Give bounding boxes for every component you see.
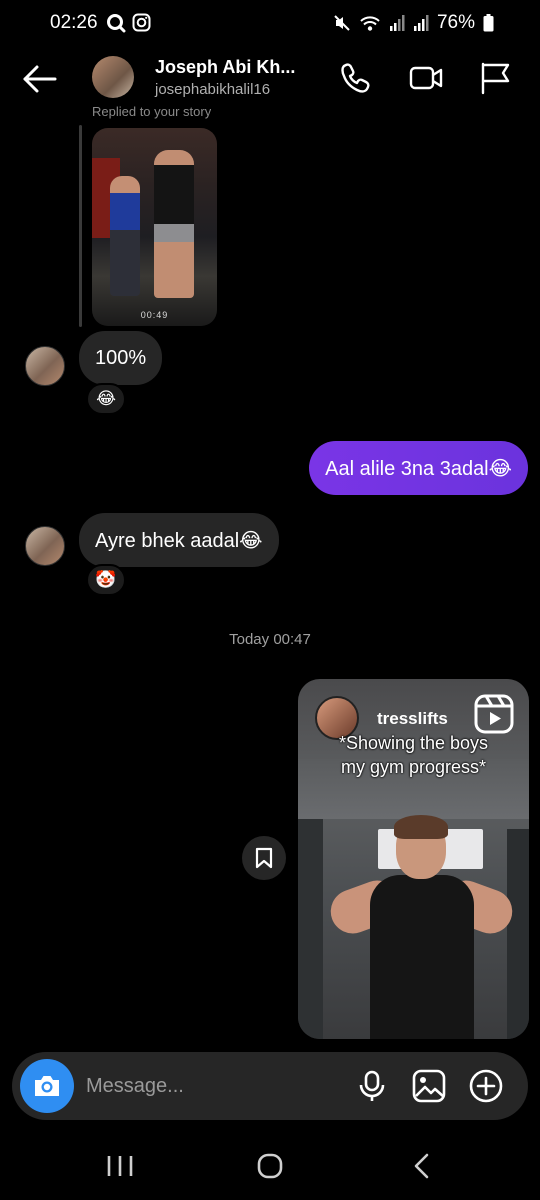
instagram-status-icon xyxy=(132,13,151,32)
back-nav-icon[interactable] xyxy=(402,1148,442,1184)
message-timestamp: Today 00:47 xyxy=(229,631,311,648)
reel-author-username[interactable]: tresslifts xyxy=(377,709,448,729)
system-navigation-bar xyxy=(0,1130,540,1200)
reel-caption-line: *Showing the boys xyxy=(338,733,489,753)
microphone-icon[interactable] xyxy=(354,1068,390,1104)
shared-reel[interactable]: tresslifts *Showing the boys my gym prog… xyxy=(298,679,529,1039)
back-arrow-icon[interactable] xyxy=(20,62,60,96)
reel-caption: *Showing the boys my gym progress* xyxy=(298,731,529,779)
reel-background xyxy=(507,829,529,1039)
reel-person xyxy=(370,875,474,1039)
bookmark-icon xyxy=(255,847,273,869)
recent-apps-icon[interactable] xyxy=(100,1148,140,1184)
chat-header: Joseph Abi Kh... josephabikhalil16 xyxy=(0,48,540,110)
message-reaction[interactable]: 😂 xyxy=(86,383,126,415)
story-person xyxy=(110,176,140,296)
message-bubble-incoming[interactable]: 100% xyxy=(79,331,163,385)
contact-username[interactable]: josephabikhalil16 xyxy=(155,81,270,98)
avatar[interactable] xyxy=(92,56,134,98)
contact-name[interactable]: Joseph Abi Kh... xyxy=(155,57,305,78)
reel-caption-line: my gym progress* xyxy=(340,757,487,777)
signal-icon-2 xyxy=(413,15,429,31)
avatar[interactable] xyxy=(25,346,65,386)
home-icon[interactable] xyxy=(250,1148,290,1184)
message-reaction[interactable]: 🤡 xyxy=(86,564,126,596)
video-camera-icon[interactable] xyxy=(408,60,444,96)
battery-icon xyxy=(483,14,494,32)
message-bubble-outgoing[interactable]: Aal alile 3na 3adal😂 xyxy=(309,441,528,495)
search-status-icon xyxy=(107,14,126,33)
reel-background xyxy=(298,819,323,1039)
wifi-icon xyxy=(360,16,380,31)
avatar[interactable] xyxy=(25,526,65,566)
mute-icon xyxy=(334,15,350,31)
message-input[interactable] xyxy=(86,1066,346,1106)
status-bar: 02:26 76% xyxy=(0,0,540,48)
reel-person xyxy=(394,815,448,839)
status-time: 02:26 xyxy=(50,12,98,33)
flag-icon[interactable] xyxy=(478,60,514,96)
camera-button[interactable] xyxy=(20,1059,74,1113)
message-bubble-incoming[interactable]: Ayre bhek aadal😂 xyxy=(79,513,279,567)
camera-icon xyxy=(35,1076,59,1096)
reply-indicator-bar xyxy=(79,125,82,327)
reels-icon xyxy=(474,694,514,734)
signal-icon xyxy=(389,15,405,31)
add-circle-icon[interactable] xyxy=(468,1068,504,1104)
phone-icon[interactable] xyxy=(338,60,374,96)
story-thumbnail[interactable]: 00:49 xyxy=(92,128,217,326)
save-reel-button[interactable] xyxy=(242,836,286,880)
story-person xyxy=(154,150,194,298)
story-timer: 00:49 xyxy=(140,310,169,320)
gallery-icon[interactable] xyxy=(411,1068,447,1104)
battery-percent: 76% xyxy=(436,12,475,33)
message-composer xyxy=(12,1052,528,1120)
replied-to-story-label: Replied to your story xyxy=(92,104,212,119)
